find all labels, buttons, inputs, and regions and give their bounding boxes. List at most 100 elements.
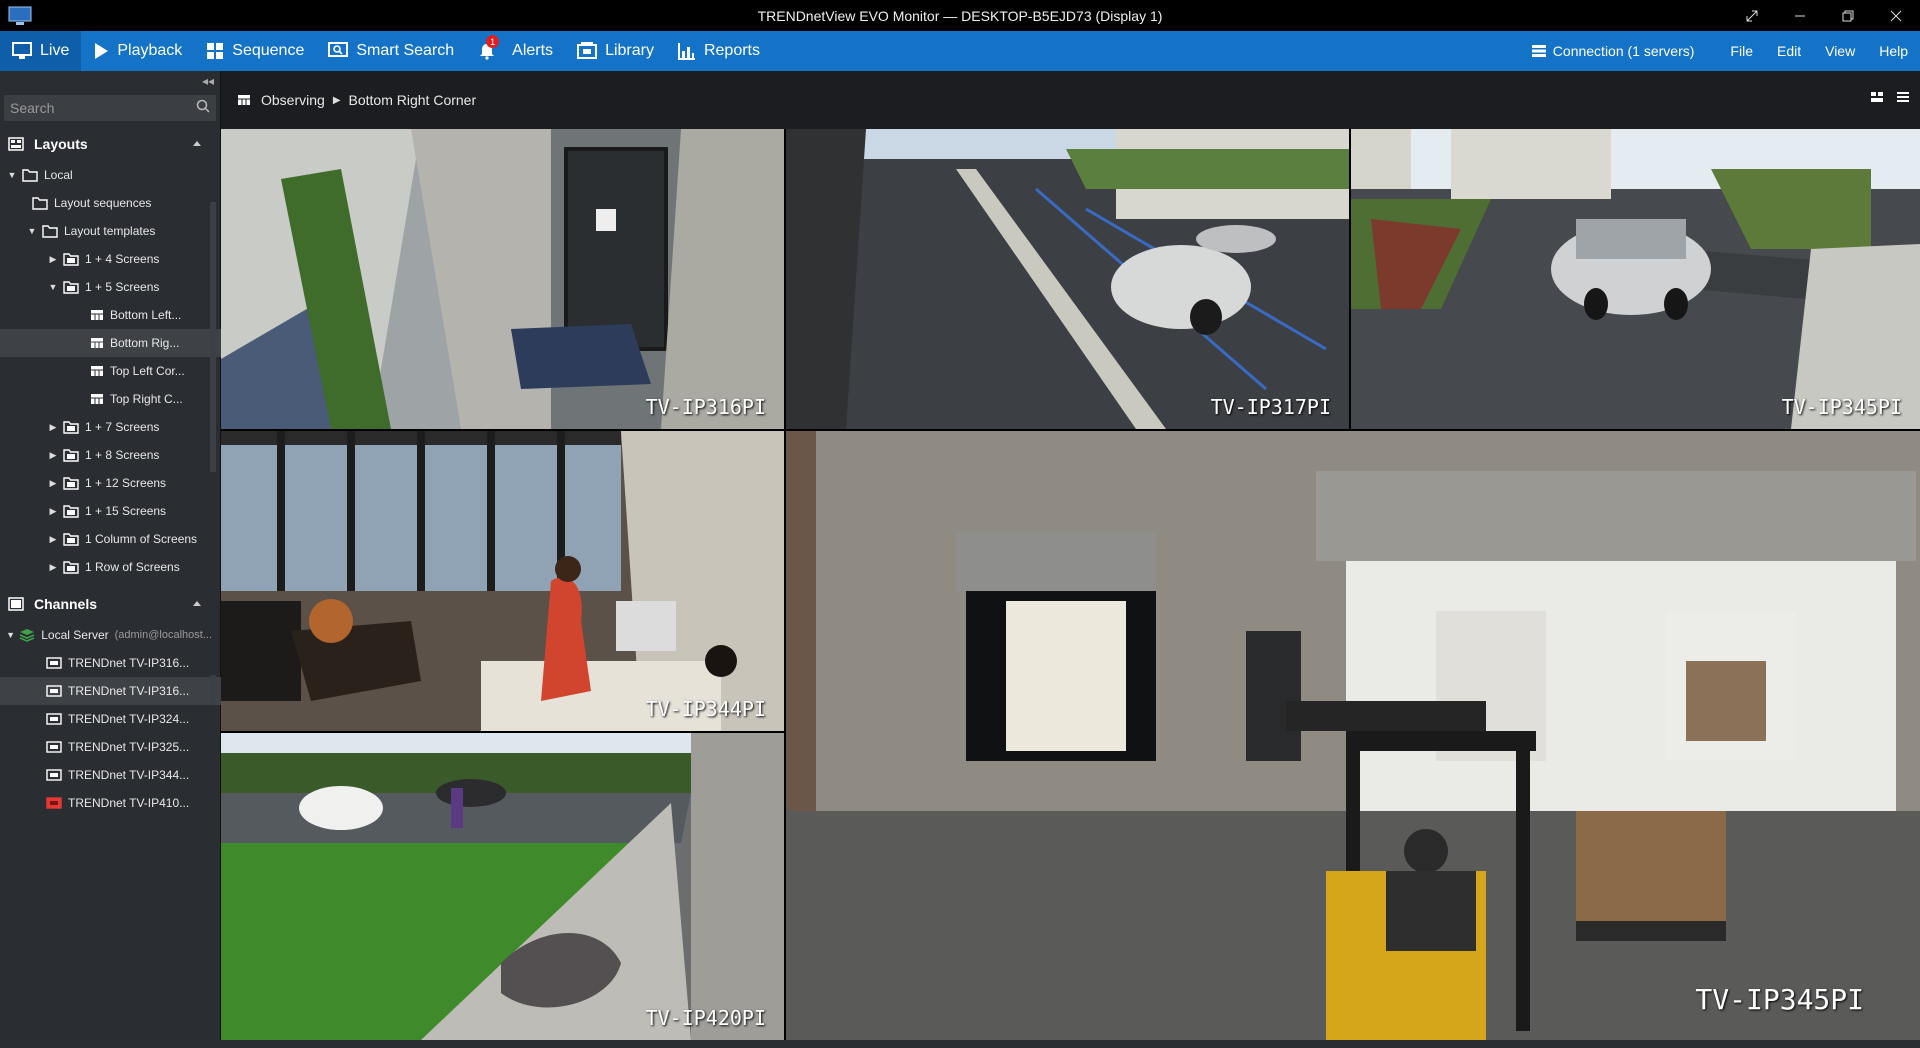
expanded-arrow-icon[interactable]: ▼	[26, 226, 38, 236]
nav-smart-search[interactable]: Smart Search	[316, 31, 466, 71]
tree-group-label: 1 + 8 Screens	[85, 448, 160, 462]
connection-button[interactable]: Connection (1 servers)	[1519, 43, 1707, 59]
tree-group-row[interactable]: ▶ 1 Row of Screens	[0, 553, 253, 581]
channels-section-header[interactable]: Channels	[0, 587, 220, 621]
collapsed-arrow-icon[interactable]: ▶	[47, 254, 59, 265]
nav-playback[interactable]: Playback	[81, 31, 194, 71]
alerts-count-badge: 1	[486, 35, 500, 48]
nav-reports[interactable]: Reports	[666, 31, 772, 71]
channel-item[interactable]: TRENDnet TV-IP316...	[0, 649, 248, 677]
camera-label: TV-IP316PI	[645, 395, 766, 419]
channel-item[interactable]: TRENDnet TV-IP410...	[0, 789, 248, 817]
minimize-button[interactable]	[1776, 0, 1824, 31]
channel-label: TRENDnet TV-IP344...	[68, 768, 190, 782]
collapsed-arrow-icon[interactable]: ▶	[47, 506, 59, 517]
server-icon	[19, 629, 35, 642]
nav-playback-label: Playback	[117, 42, 183, 59]
video-tile-entrance[interactable]: TV-IP316PI	[221, 129, 784, 429]
collapse-sidebar-icon[interactable]: ◂◂	[202, 74, 214, 88]
menu-edit[interactable]: Edit	[1765, 43, 1813, 59]
server-user: (admin@localhost...	[114, 629, 212, 641]
layouts-scrollbar[interactable]	[210, 202, 216, 472]
video-tile-lobby[interactable]: TV-IP344PI	[221, 431, 784, 731]
title-bar: TRENDnetView EVO Monitor — DESKTOP-B5EJD…	[0, 0, 1920, 31]
video-tile-warehouse[interactable]: TV-IP345PI	[786, 431, 1920, 1040]
restore-button[interactable]	[1824, 0, 1872, 31]
menu-file[interactable]: File	[1718, 43, 1765, 59]
breadcrumb-root[interactable]: Observing	[261, 92, 325, 108]
nav-live-label: Live	[40, 42, 70, 59]
hamburger-menu-icon[interactable]	[1896, 91, 1910, 103]
camera-label: TV-IP317PI	[1210, 395, 1331, 419]
menu-view[interactable]: View	[1813, 43, 1867, 59]
collapse-caret-icon[interactable]	[192, 599, 202, 607]
close-button[interactable]	[1872, 0, 1920, 31]
channel-item[interactable]: TRENDnet TV-IP325...	[0, 733, 248, 761]
camera-channel-icon	[46, 713, 62, 725]
video-tile-street[interactable]: TV-IP345PI	[1351, 129, 1920, 429]
nav-library[interactable]: Library	[565, 31, 666, 71]
tree-group-12-screens[interactable]: ▶ 1 + 12 Screens	[0, 469, 253, 497]
tree-local-label: Local	[44, 168, 73, 182]
chart-icon	[677, 43, 695, 60]
tree-local[interactable]: ▼ Local	[0, 161, 212, 189]
collapse-caret-icon[interactable]	[192, 139, 202, 147]
camera-label: TV-IP345PI	[1781, 395, 1902, 419]
collapsed-arrow-icon[interactable]: ▶	[47, 422, 59, 433]
tree-group-label: 1 + 5 Screens	[85, 280, 160, 294]
channel-label: TRENDnet TV-IP325...	[68, 740, 190, 754]
video-grid: TV-IP316PI TV-IP317PI TV-IP345PI TV-IP34…	[221, 129, 1920, 1040]
search-input[interactable]: Search	[4, 95, 216, 121]
camera-channel-icon	[46, 657, 62, 669]
layouts-title: Layouts	[34, 136, 88, 152]
layout-folder-icon	[63, 280, 79, 294]
nav-smart-search-label: Smart Search	[356, 42, 455, 59]
smart-search-icon	[328, 42, 349, 57]
search-icon[interactable]	[196, 99, 210, 113]
layout-folder-icon	[63, 420, 79, 434]
expanded-arrow-icon[interactable]: ▼	[47, 282, 59, 292]
camera-feed-lobby	[221, 431, 784, 731]
nav-sequence-label: Sequence	[232, 42, 305, 59]
expanded-arrow-icon[interactable]: ▼	[6, 630, 15, 640]
layout-folder-icon	[63, 532, 79, 546]
video-tile-sidewalk[interactable]: TV-IP420PI	[221, 733, 784, 1040]
camera-label: TV-IP420PI	[645, 1006, 766, 1030]
collapsed-arrow-icon[interactable]: ▶	[47, 450, 59, 461]
layout-icon	[91, 394, 103, 404]
layout-icon	[91, 338, 103, 348]
fullscreen-button[interactable]	[1728, 0, 1776, 31]
layout-switch-icon[interactable]	[1870, 91, 1884, 103]
tree-templates-label: Layout templates	[64, 224, 156, 238]
tree-group-15-screens[interactable]: ▶ 1 + 15 Screens	[0, 497, 253, 525]
collapsed-arrow-icon[interactable]: ▶	[47, 534, 59, 545]
collapsed-arrow-icon[interactable]: ▶	[47, 562, 59, 573]
video-tile-parking-lot[interactable]: TV-IP317PI	[786, 129, 1349, 429]
tree-group-column[interactable]: ▶ 1 Column of Screens	[0, 525, 253, 553]
nav-sequence[interactable]: Sequence	[194, 31, 316, 71]
channels-icon	[8, 597, 24, 611]
library-icon	[577, 42, 598, 59]
nav-alerts[interactable]: 1 Alerts	[466, 31, 565, 71]
camera-label: TV-IP345PI	[1695, 983, 1864, 1016]
tree-group-label: 1 + 12 Screens	[85, 476, 167, 490]
expanded-arrow-icon[interactable]: ▼	[6, 170, 18, 180]
channel-item[interactable]: TRENDnet TV-IP324...	[0, 705, 248, 733]
monitor-icon	[12, 42, 32, 59]
channels-scrollbar[interactable]	[210, 675, 216, 703]
connection-label: Connection (1 servers)	[1552, 43, 1695, 59]
menu-help[interactable]: Help	[1867, 43, 1920, 59]
tree-layout-templates[interactable]: ▼ Layout templates	[0, 217, 232, 245]
layouts-section-header[interactable]: Layouts	[0, 127, 220, 161]
grid-icon	[207, 43, 224, 59]
status-bar	[0, 1040, 1920, 1048]
main-menu-bar: Live Playback Sequence Smart Search 1 Al…	[0, 31, 1920, 71]
camera-feed-warehouse	[786, 431, 1920, 1040]
tree-local-server[interactable]: ▼ Local Server (admin@localhost...	[0, 621, 212, 649]
camera-feed-parking-lot	[786, 129, 1349, 429]
collapsed-arrow-icon[interactable]: ▶	[47, 478, 59, 489]
window-title: TRENDnetView EVO Monitor — DESKTOP-B5EJD…	[757, 7, 1163, 24]
tree-layout-sequences[interactable]: Layout sequences	[0, 189, 234, 217]
nav-live[interactable]: Live	[0, 31, 82, 71]
channel-item[interactable]: TRENDnet TV-IP344...	[0, 761, 248, 789]
